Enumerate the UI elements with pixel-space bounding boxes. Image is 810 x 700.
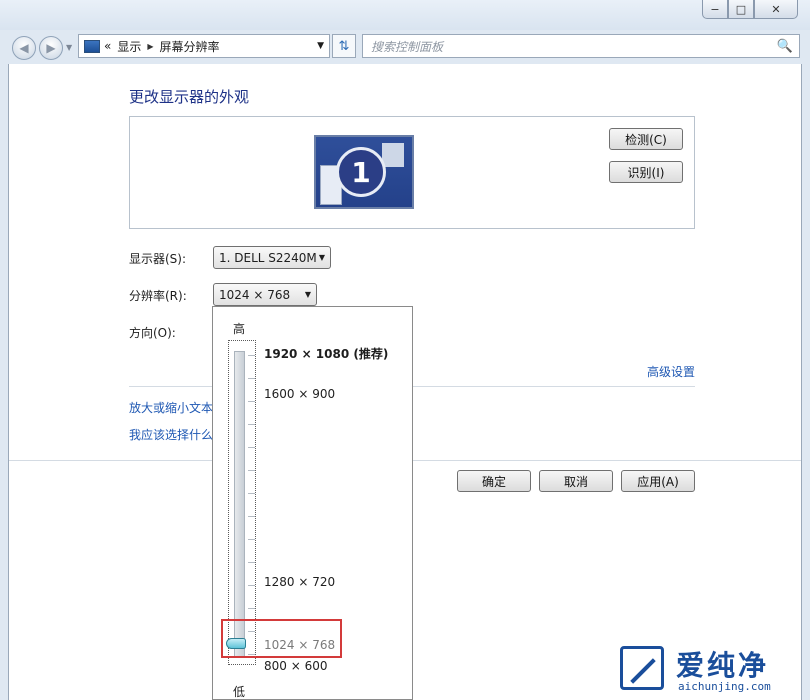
- chevron-down-icon: ▼: [304, 290, 311, 299]
- back-arrow-icon: ◀: [19, 41, 29, 55]
- chevron-down-icon: ▼: [318, 253, 325, 262]
- close-button[interactable]: ✕: [754, 0, 798, 19]
- slider-tick: [248, 585, 255, 586]
- slider-tick: [248, 562, 255, 563]
- slider-tick: [248, 401, 255, 402]
- identify-button[interactable]: 识别(I): [609, 161, 683, 183]
- resolution-label: 分辨率(R):: [129, 289, 187, 303]
- ok-button[interactable]: 确定: [457, 470, 531, 492]
- address-chevrons[interactable]: «: [104, 39, 111, 53]
- slider-tick: [248, 539, 255, 540]
- close-icon: ✕: [771, 2, 781, 16]
- display-select-value: 1. DELL S2240M: [219, 250, 317, 265]
- orientation-label: 方向(O):: [129, 326, 176, 340]
- watermark-text-cn: 爱纯净: [676, 649, 770, 682]
- minimize-button[interactable]: −: [702, 0, 728, 19]
- monitor-icon[interactable]: 1: [314, 135, 414, 209]
- navigation-bar: ◀ ▶ ▼ « 显示 ▶ 屏幕分辨率 ▼ ⇅ 搜索控制面板 🔍: [0, 30, 810, 64]
- watermark: 爱纯净 aichunjing.com: [620, 644, 810, 700]
- title-bar: − □ ✕: [0, 0, 810, 30]
- page-title: 更改显示器的外观: [129, 88, 250, 106]
- slider-tick: [248, 608, 255, 609]
- back-button[interactable]: ◀: [12, 36, 36, 60]
- breadcrumb-separator-icon[interactable]: ▶: [147, 42, 153, 51]
- monitor-number: 1: [336, 147, 386, 197]
- resolution-select-value: 1024 × 768: [219, 287, 291, 302]
- highlight-box: [221, 619, 342, 658]
- slider-tick: [248, 516, 255, 517]
- forward-arrow-icon: ▶: [46, 41, 56, 55]
- slider-tick: [248, 424, 255, 425]
- slider-tick: [248, 447, 255, 448]
- resolution-option[interactable]: 1280 × 720: [264, 575, 335, 589]
- resolution-select[interactable]: 1024 × 768 ▼: [213, 283, 317, 306]
- display-label: 显示器(S):: [129, 252, 187, 266]
- slider-tick: [248, 470, 255, 471]
- refresh-icon: ⇅: [338, 38, 350, 54]
- slider-tick: [248, 493, 255, 494]
- display-select[interactable]: 1. DELL S2240M ▼: [213, 246, 331, 269]
- breadcrumb-display[interactable]: 显示: [117, 38, 141, 55]
- display-preview: 1 检测(C) 识别(I): [129, 116, 695, 229]
- low-label: 低: [233, 685, 246, 699]
- which-settings-link[interactable]: 我应该选择什么: [129, 426, 213, 443]
- monitor-window-thumb: [382, 143, 404, 167]
- apply-button[interactable]: 应用(A): [621, 470, 695, 492]
- search-placeholder: 搜索控制面板: [371, 39, 444, 54]
- slider-tick: [248, 378, 255, 379]
- maximize-icon: □: [735, 2, 747, 16]
- refresh-button[interactable]: ⇅: [332, 34, 356, 58]
- window-controls: − □ ✕: [702, 0, 798, 19]
- search-input[interactable]: 搜索控制面板 🔍: [362, 34, 800, 58]
- high-label: 高: [233, 322, 246, 336]
- breadcrumb-screen-resolution[interactable]: 屏幕分辨率: [160, 38, 220, 55]
- resolution-option[interactable]: 800 × 600: [264, 659, 328, 673]
- slider-tick: [248, 355, 255, 356]
- control-panel-icon: [84, 39, 100, 53]
- advanced-settings-link[interactable]: 高级设置: [647, 363, 695, 380]
- cancel-button[interactable]: 取消: [539, 470, 613, 492]
- resolution-slider-track[interactable]: [234, 351, 245, 657]
- forward-button[interactable]: ▶: [39, 36, 63, 60]
- text-size-link[interactable]: 放大或缩小文本: [129, 399, 213, 416]
- watermark-logo-icon: [620, 646, 664, 690]
- detect-button[interactable]: 检测(C): [609, 128, 683, 150]
- minimize-icon: −: [710, 2, 720, 16]
- resolution-option[interactable]: 1600 × 900: [264, 387, 335, 401]
- resolution-option[interactable]: 1920 × 1080 (推荐): [264, 345, 388, 362]
- maximize-button[interactable]: □: [728, 0, 754, 19]
- address-bar[interactable]: « 显示 ▶ 屏幕分辨率 ▼: [78, 34, 330, 58]
- history-dropdown-icon[interactable]: ▼: [66, 43, 72, 52]
- address-dropdown-icon[interactable]: ▼: [317, 41, 324, 51]
- search-icon[interactable]: 🔍: [777, 39, 793, 54]
- watermark-text-en: aichunjing.com: [678, 680, 771, 693]
